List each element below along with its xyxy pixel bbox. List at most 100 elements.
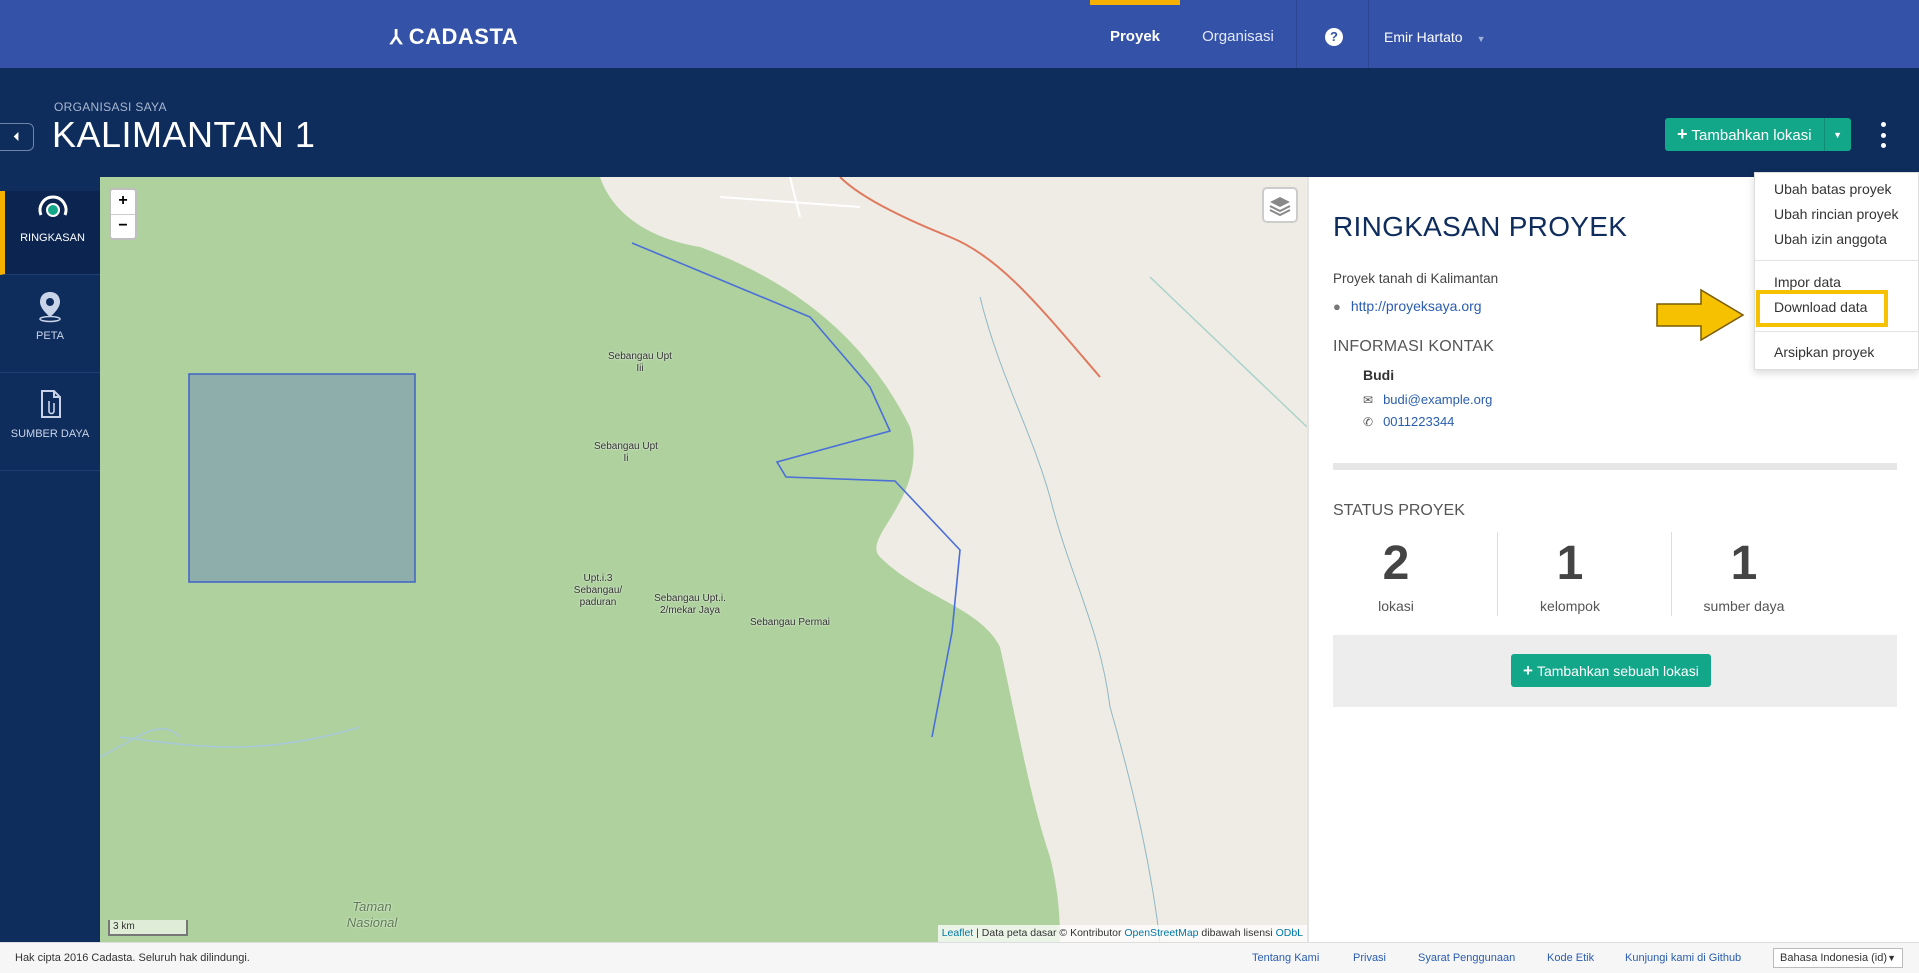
- add-location-label: Tambahkan lokasi: [1691, 127, 1812, 144]
- map-pin-icon: [39, 292, 61, 323]
- stat-value: 1: [1730, 537, 1758, 590]
- help-button[interactable]: ?: [1312, 0, 1356, 68]
- section-divider: [1333, 463, 1897, 470]
- footer-link-github[interactable]: Kunjungi kami di Github: [1625, 952, 1741, 964]
- contact-email: ✉ budi@example.org: [1363, 392, 1492, 407]
- add-single-location-label: Tambahkan sebuah lokasi: [1536, 663, 1699, 679]
- kebab-dot: [1880, 122, 1886, 127]
- summary-title: RINGKASAN PROYEK: [1333, 211, 1628, 242]
- sidebar-item-summary[interactable]: RINGKASAN: [0, 191, 100, 275]
- top-navbar: ⅄ CADASTA Proyek Organisasi ? Emir Harta…: [0, 0, 1919, 68]
- nav-divider: [1296, 0, 1297, 68]
- chevron-down-icon: ▼: [1833, 129, 1843, 140]
- sidebar: RINGKASAN PETA SUMBER DAYA: [0, 177, 100, 942]
- map-road: [839, 177, 1101, 378]
- map-place-label: Sebangau Permai: [749, 617, 831, 628]
- map-place-label: Upt.i.3 Sebangau/ paduran: [573, 573, 623, 608]
- footer-link-privacy[interactable]: Privasi: [1353, 952, 1386, 964]
- download-data-highlight: [1756, 290, 1888, 327]
- kebab-dot: [1880, 132, 1886, 138]
- menu-item-edit-details[interactable]: Ubah rincian proyek: [1774, 206, 1899, 222]
- map-river: [1149, 276, 1307, 428]
- stat-label: sumber daya: [1703, 598, 1785, 614]
- map-place-label: Taman Nasional: [346, 899, 398, 930]
- add-location-box: + Tambahkan sebuah lokasi: [1333, 635, 1897, 707]
- menu-divider: [1755, 260, 1919, 261]
- map-road: [719, 196, 861, 208]
- user-menu[interactable]: Emir Hartato ▼: [1384, 0, 1514, 68]
- nav-divider: [1368, 0, 1369, 68]
- nav-projects[interactable]: Proyek: [1090, 0, 1180, 68]
- menu-item-import-data[interactable]: Impor data: [1774, 274, 1841, 290]
- sidebar-item-resources[interactable]: SUMBER DAYA: [0, 387, 100, 471]
- dashboard-icon: [38, 195, 67, 217]
- menu-item-archive-project[interactable]: Arsipkan proyek: [1774, 344, 1874, 360]
- map-place-label: Sebangau Upt Iii: [608, 351, 672, 374]
- zoom-out-button[interactable]: −: [111, 214, 135, 238]
- collapse-icon: ⏴: [13, 129, 20, 144]
- project-options-menu: Ubah batas proyek Ubah rincian proyek Ub…: [1754, 172, 1919, 370]
- chevron-down-icon: ▼: [1887, 953, 1896, 963]
- zoom-control: + −: [109, 188, 137, 240]
- leaflet-link[interactable]: Leaflet: [942, 927, 974, 939]
- collapse-sidebar-button[interactable]: ⏴: [0, 123, 34, 151]
- language-select[interactable]: Bahasa Indonesia (id) ▼: [1773, 948, 1903, 968]
- stat-value: 2: [1382, 537, 1410, 590]
- contact-email-link[interactable]: budi@example.org: [1383, 392, 1492, 407]
- project-url: ● http://proyeksaya.org: [1333, 298, 1482, 314]
- plus-icon: +: [1677, 124, 1688, 144]
- menu-divider: [1755, 331, 1919, 332]
- footer-link-about[interactable]: Tentang Kami: [1252, 952, 1319, 964]
- contact-phone-link[interactable]: 0011223344: [1383, 414, 1454, 429]
- odbl-link[interactable]: ODbL: [1276, 927, 1303, 939]
- menu-item-edit-boundary[interactable]: Ubah batas proyek: [1774, 181, 1892, 197]
- footer-link-terms[interactable]: Syarat Penggunaan: [1418, 952, 1515, 964]
- brand-name: CADASTA: [408, 24, 519, 49]
- phone-icon: ✆: [1363, 414, 1374, 429]
- sidebar-item-map[interactable]: PETA: [0, 289, 100, 373]
- project-map[interactable]: Sebangau Upt Iii Sebangau Upt Ii Upt.i.3…: [100, 177, 1307, 942]
- add-location-button[interactable]: + Tambahkan lokasi: [1665, 118, 1825, 151]
- add-location-dropdown-toggle[interactable]: ▼: [1825, 130, 1851, 140]
- project-url-link[interactable]: http://proyeksaya.org: [1351, 298, 1482, 314]
- contact-heading: INFORMASI KONTAK: [1333, 338, 1495, 355]
- add-single-location-button[interactable]: + Tambahkan sebuah lokasi: [1511, 654, 1711, 687]
- menu-item-edit-permissions[interactable]: Ubah izin anggota: [1774, 231, 1887, 247]
- globe-icon: ●: [1333, 298, 1341, 314]
- cadasta-logo-icon: ⅄: [390, 26, 403, 49]
- stat-locations: 2 lokasi: [1309, 534, 1483, 614]
- cadasta-logo[interactable]: ⅄ CADASTA: [390, 24, 518, 50]
- envelope-icon: ✉: [1363, 392, 1374, 407]
- footer: Hak cipta 2016 Cadasta. Seluruh hak dili…: [0, 942, 1919, 973]
- nav-organizations[interactable]: Organisasi: [1190, 0, 1286, 68]
- stat-label: kelompok: [1540, 598, 1600, 614]
- layers-icon: [1269, 197, 1291, 217]
- kebab-dot: [1880, 143, 1886, 148]
- zoom-in-button[interactable]: +: [111, 190, 135, 214]
- location-parcel[interactable]: [188, 373, 416, 583]
- map-road: [789, 177, 801, 218]
- organization-label: ORGANISASI SAYA: [54, 100, 167, 114]
- add-location-button-group: + Tambahkan lokasi ▼: [1665, 118, 1851, 151]
- contact-name: Budi: [1363, 367, 1395, 383]
- stat-value: 1: [1556, 537, 1584, 590]
- sidebar-item-label: PETA: [36, 330, 64, 342]
- user-name: Emir Hartato: [1384, 29, 1463, 45]
- arrow-right-icon: [1656, 288, 1745, 342]
- attribution-text: dibawah lisensi: [1198, 927, 1276, 939]
- stat-groups: 1 kelompok: [1483, 534, 1657, 614]
- question-icon: ?: [1325, 28, 1343, 47]
- attribution-text: | Data peta dasar © Kontributor: [973, 927, 1125, 939]
- map-attribution: Leaflet | Data peta dasar © Kontributor …: [937, 925, 1307, 942]
- map-scale: 3 km: [108, 920, 188, 936]
- layers-button[interactable]: [1262, 187, 1298, 223]
- plus-icon: +: [1523, 661, 1533, 680]
- language-value: Bahasa Indonesia (id): [1780, 952, 1888, 964]
- stat-resources: 1 sumber daya: [1657, 534, 1831, 614]
- more-options-button[interactable]: [1878, 122, 1888, 148]
- footer-link-code-of-conduct[interactable]: Kode Etik: [1547, 952, 1594, 964]
- status-heading: STATUS PROYEK: [1333, 502, 1465, 519]
- openstreetmap-link[interactable]: OpenStreetMap: [1124, 927, 1198, 939]
- sidebar-item-label: SUMBER DAYA: [10, 428, 90, 440]
- map-tiles: [100, 177, 1307, 942]
